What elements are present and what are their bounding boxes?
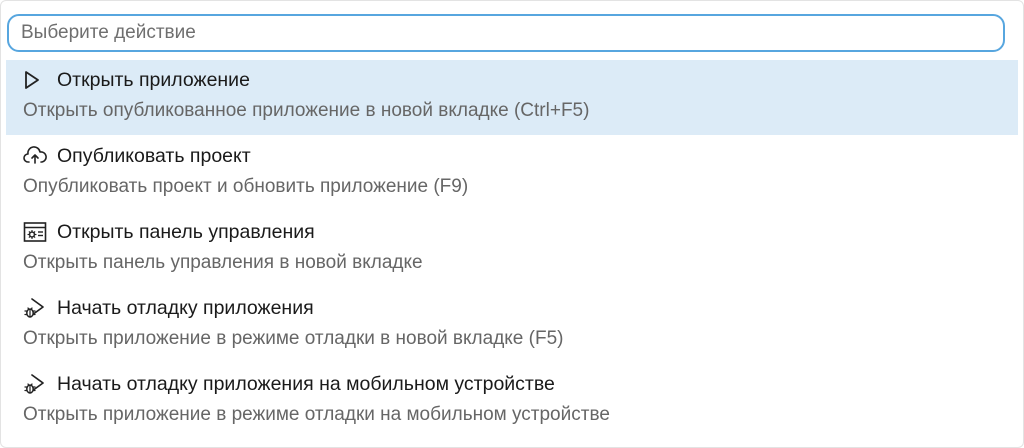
action-open-app[interactable]: Открыть приложение Открыть опубликованно…	[6, 60, 1018, 135]
debug-icon	[23, 372, 49, 396]
action-start-mobile-debug[interactable]: Начать отладку приложения на мобильном у…	[6, 364, 1018, 439]
action-description: Открыть панель управления в новой вкладк…	[23, 252, 423, 273]
action-title-row: Начать отладку приложения на мобильном у…	[23, 371, 555, 397]
control-panel-icon	[23, 220, 49, 244]
action-open-control-panel[interactable]: Открыть панель управления Открыть панель…	[6, 212, 1018, 287]
action-description: Открыть опубликованное приложение в ново…	[23, 100, 590, 121]
action-title: Открыть панель управления	[57, 220, 315, 243]
action-title-row: Начать отладку приложения	[23, 295, 314, 321]
play-icon	[23, 68, 49, 92]
search-input[interactable]	[21, 16, 981, 50]
action-start-debug[interactable]: Начать отладку приложения Открыть прилож…	[6, 288, 1018, 363]
action-description: Опубликовать проект и обновить приложени…	[23, 176, 469, 197]
action-title: Начать отладку приложения	[57, 296, 314, 319]
action-description: Открыть приложение в режиме отладки в но…	[23, 328, 564, 349]
action-list: Открыть приложение Открыть опубликованно…	[6, 60, 1018, 440]
action-title: Опубликовать проект	[57, 144, 251, 167]
action-publish-project[interactable]: Опубликовать проект Опубликовать проект …	[6, 136, 1018, 211]
action-description: Открыть приложение в режиме отладки на м…	[23, 404, 610, 425]
cloud-upload-icon	[23, 144, 49, 168]
action-title: Начать отладку приложения на мобильном у…	[57, 372, 555, 395]
search-box[interactable]	[7, 14, 1005, 52]
debug-icon	[23, 296, 49, 320]
action-title-row: Открыть панель управления	[23, 219, 315, 245]
command-palette: Открыть приложение Открыть опубликованно…	[0, 0, 1024, 448]
action-title-row: Опубликовать проект	[23, 143, 251, 169]
action-title: Открыть приложение	[57, 68, 250, 91]
action-title-row: Открыть приложение	[23, 67, 250, 93]
